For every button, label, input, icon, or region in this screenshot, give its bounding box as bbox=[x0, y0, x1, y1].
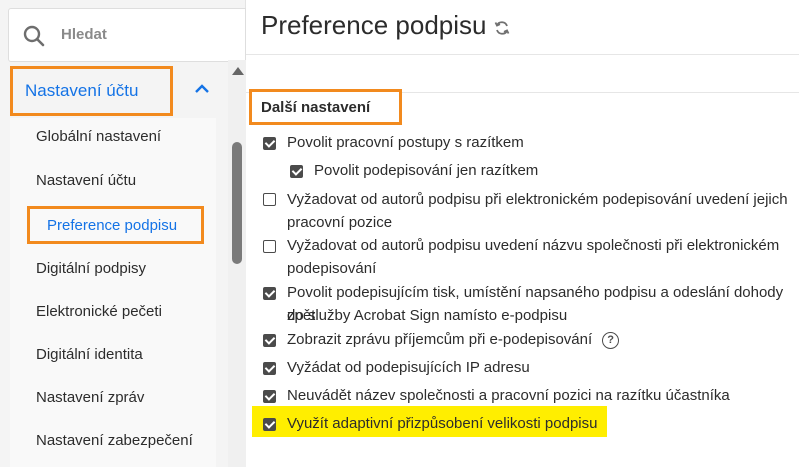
sidebar-item-message-settings[interactable]: Nastavení zpráv bbox=[36, 389, 144, 406]
option-label-continued: pracovní pozice bbox=[287, 214, 393, 231]
option-label-continued: podepisování bbox=[287, 260, 377, 277]
sidebar-item-security-settings[interactable]: Nastavení zabezpečení bbox=[36, 432, 193, 449]
scrollbar-thumb[interactable] bbox=[232, 142, 242, 264]
option-label: Vyžadovat od autorů podpisu při elektron… bbox=[287, 191, 788, 208]
search-icon bbox=[23, 25, 45, 47]
section-header-more-settings: Další nastavení bbox=[249, 89, 402, 125]
checkbox-show-message[interactable] bbox=[263, 334, 276, 347]
sidebar-item-label: Preference podpisu bbox=[47, 217, 178, 234]
checkbox-hide-company-on-stamp[interactable] bbox=[263, 390, 276, 403]
sidebar-section-label: Nastavení účtu bbox=[25, 81, 139, 100]
sidebar-item-electronic-seals[interactable]: Elektronické pečeti bbox=[36, 303, 162, 320]
page-title: Preference podpisu bbox=[261, 10, 487, 40]
sidebar-item-global-settings[interactable]: Globální nastavení bbox=[36, 128, 161, 145]
divider bbox=[246, 54, 799, 55]
search-input[interactable]: Hledat bbox=[61, 26, 107, 43]
option-label: Vyžadovat od autorů podpisu uvedení názv… bbox=[287, 237, 780, 254]
refresh-icon[interactable] bbox=[494, 20, 510, 36]
sidebar-submenu bbox=[10, 118, 216, 467]
scroll-up-arrow-icon[interactable] bbox=[232, 67, 244, 75]
sidebar-section-account-settings[interactable]: Nastavení účtu bbox=[10, 66, 173, 116]
option-label: Zobrazit zprávu příjemcům při e-podepiso… bbox=[287, 331, 593, 348]
checkbox-request-ip[interactable] bbox=[263, 362, 276, 375]
chevron-up-icon[interactable] bbox=[194, 82, 210, 94]
option-row: Zobrazit zprávu příjemcům při e-podepiso… bbox=[287, 328, 620, 351]
sidebar-item-digital-identity[interactable]: Digitální identita bbox=[36, 346, 143, 363]
option-label: Neuvádět název společnosti a pracovní po… bbox=[287, 387, 730, 404]
sidebar-item-digital-signatures[interactable]: Digitální podpisy bbox=[36, 260, 146, 277]
checkbox-stamp-only-signing[interactable] bbox=[290, 165, 303, 178]
checkbox-allow-print-sign[interactable] bbox=[263, 287, 276, 300]
sidebar-item-signature-preferences[interactable]: Preference podpisu bbox=[27, 206, 204, 244]
section-title: Další nastavení bbox=[261, 99, 371, 116]
sidebar-item-account-settings[interactable]: Nastavení účtu bbox=[36, 172, 136, 189]
checkbox-stamp-workflows[interactable] bbox=[263, 137, 276, 150]
checkbox-adaptive-signature-size[interactable] bbox=[263, 418, 276, 431]
option-label-continued: do služby Acrobat Sign namísto e-podpisu bbox=[287, 307, 568, 324]
search-box[interactable]: Hledat bbox=[8, 8, 246, 62]
sidebar: Hledat Nastavení účtu Globální nastavení… bbox=[0, 0, 246, 467]
option-label: Využít adaptivní přizpůsobení velikosti … bbox=[287, 415, 598, 432]
option-label: Povolit pracovní postupy s razítkem bbox=[287, 134, 524, 151]
option-label: Vyžádat od podepisujících IP adresu bbox=[287, 359, 530, 376]
help-circle-icon[interactable]: ? bbox=[602, 331, 620, 349]
checkbox-require-job-title[interactable] bbox=[263, 193, 276, 206]
checkbox-require-company-name[interactable] bbox=[263, 240, 276, 253]
option-label: Povolit podepisování jen razítkem bbox=[314, 162, 539, 179]
